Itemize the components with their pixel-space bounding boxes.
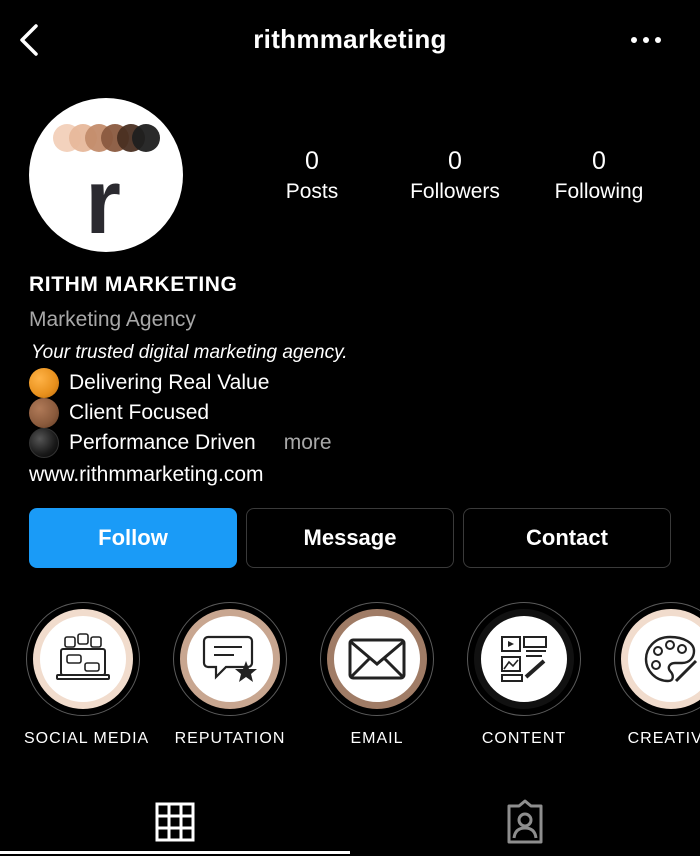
highlight-ring [173,602,287,716]
following-label: Following [554,180,644,203]
tab-tagged[interactable] [501,798,549,846]
tab-posts-grid[interactable] [151,798,199,846]
bio-line: Performance Driven more [29,428,669,458]
palette-icon [644,635,698,683]
svg-text:r: r [85,151,121,252]
brand-logo: r [53,124,160,252]
posts-label: Posts [285,180,339,203]
profile-avatar[interactable]: r [29,98,183,252]
black-circle-icon [29,428,59,458]
top-bar: rithmmarketing [0,0,700,80]
grid-icon [155,802,195,842]
bio-line: Client Focused [29,398,669,428]
highlight-email[interactable]: EMAIL [318,602,436,748]
profile-name: RITHM MARKETING [29,273,238,296]
active-tab-indicator [0,851,350,854]
profile-category: Marketing Agency [29,308,196,331]
highlight-cover [474,609,574,709]
more-horizontal-icon [631,37,661,43]
bio-line-text: Client Focused [69,401,210,424]
bio-line-text: Performance Driven [69,431,256,454]
highlight-ring [614,602,700,716]
social-media-icon [56,633,110,680]
message-button[interactable]: Message [246,508,454,568]
highlight-reputation[interactable]: REPUTATION [171,602,289,748]
highlight-content[interactable]: CONTENT [465,602,583,748]
bio-line: Delivering Real Value [29,368,669,398]
bio-more-link[interactable]: more [284,428,332,458]
more-options-button[interactable] [626,22,666,58]
highlight-label: SOCIAL MEDIA [24,730,150,747]
profile-username: rithmmarketing [253,24,447,54]
highlight-cover [33,609,133,709]
website-link[interactable]: www.rithmmarketing.com [29,460,669,490]
profile-tab-bar [0,790,700,856]
brown-circle-icon [29,398,59,428]
followers-count: 0 [448,147,462,175]
profile-actions: Follow Message Contact [29,508,671,570]
highlight-social-media[interactable]: SOCIAL MEDIA [24,602,150,748]
highlight-ring [467,602,581,716]
stat-posts[interactable]: 0 Posts [237,145,387,207]
following-count: 0 [592,147,606,175]
highlight-cover [327,609,427,709]
envelope-icon [348,638,406,680]
highlight-label: EMAIL [350,730,404,747]
highlight-ring [320,602,434,716]
stat-followers[interactable]: 0 Followers [380,145,530,207]
followers-label: Followers [410,180,500,203]
profile-stats: 0 Posts 0 Followers 0 Following [240,145,680,215]
orange-circle-icon [29,368,59,398]
highlight-cover [621,609,700,709]
highlight-creative[interactable]: CREATIVE [612,602,700,748]
contact-button[interactable]: Contact [463,508,671,568]
content-icon [501,636,547,682]
stat-following[interactable]: 0 Following [524,145,674,207]
highlight-label: CONTENT [481,730,567,747]
posts-count: 0 [305,147,319,175]
tagged-icon [507,799,543,844]
highlight-ring [26,602,140,716]
profile-tagline: Your trusted digital marketing agency. [31,342,348,363]
review-star-icon [202,635,257,682]
profile-bio: RITHM MARKETING Marketing Agency Your tr… [29,270,669,490]
highlight-cover [180,609,280,709]
follow-button[interactable]: Follow [29,508,237,568]
bio-line-text: Delivering Real Value [69,371,270,394]
highlight-label: CREATIVE [627,730,700,747]
highlight-label: REPUTATION [174,730,286,747]
